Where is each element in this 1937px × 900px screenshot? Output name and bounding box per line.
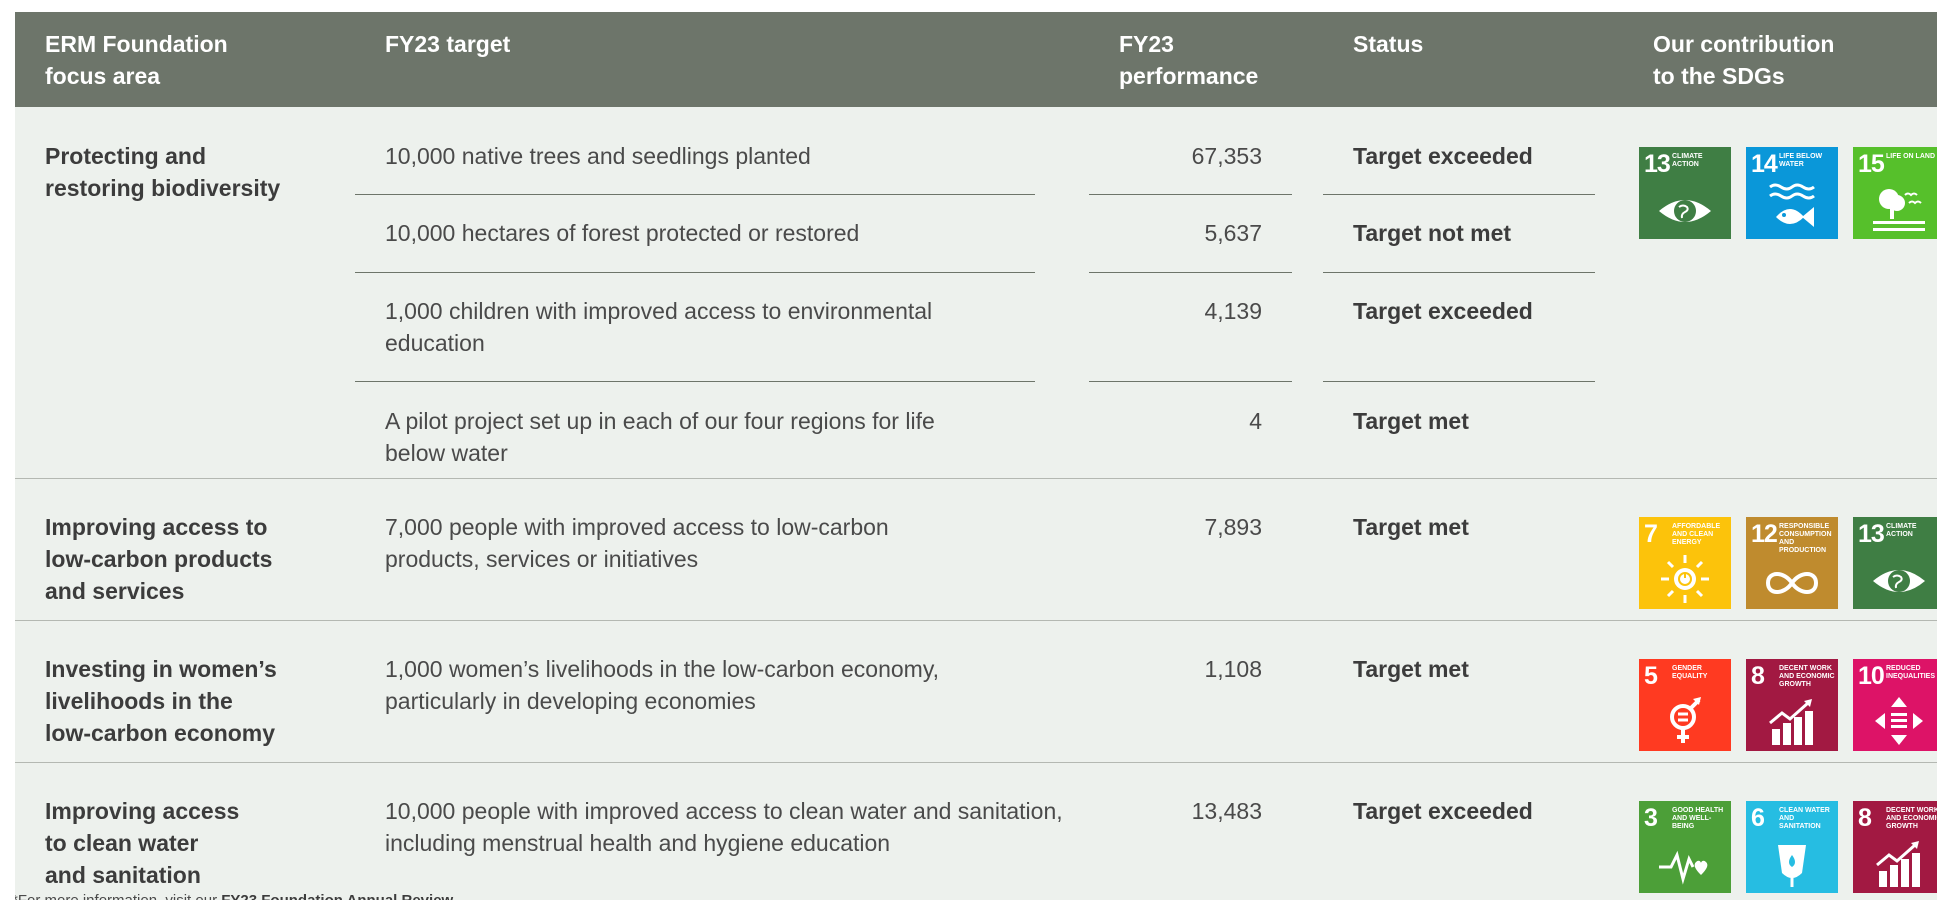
- header-focus-area: ERM Foundation focus area: [45, 31, 228, 89]
- performance-value: 67,353: [1191, 143, 1262, 169]
- sub-divider: [355, 194, 1035, 195]
- status-text: Target met: [1353, 408, 1469, 434]
- foundation-table-page: ERM Foundation focus area FY23 target FY…: [15, 12, 1937, 900]
- eye-globe-icon: [1873, 570, 1925, 592]
- sdg-7-tile: 7 AFFORDABLE AND CLEAN ENERGY: [1639, 517, 1731, 609]
- growth-chart-icon: [1769, 699, 1813, 745]
- status-text: Target exceeded: [1353, 298, 1533, 324]
- sub-divider: [1323, 381, 1595, 382]
- target-text: 1,000 women’s livelihoods in the low-car…: [385, 656, 940, 714]
- performance-value: 5,637: [1204, 220, 1262, 246]
- target-text: 1,000 children with improved access to e…: [385, 298, 933, 356]
- sdg-13-tile: 13 CLIMATE ACTION: [1639, 147, 1731, 239]
- focus-area-label: Improving access to clean water and sani…: [45, 798, 240, 888]
- table-row: Investing in women’s livelihoods in the …: [15, 621, 1937, 762]
- performance-value: 13,483: [1191, 798, 1262, 824]
- header-status: Status: [1353, 31, 1424, 57]
- status-text: Target met: [1353, 514, 1469, 540]
- gender-equality-icon: [1670, 697, 1701, 743]
- performance-value: 4: [1249, 408, 1262, 434]
- sdg-14-tile: 14 LIFE BELOW WATER: [1746, 147, 1838, 239]
- sdg-8-tile: 8 DECENT WORK AND ECONOMIC GROWTH: [1746, 659, 1838, 751]
- sub-divider: [1089, 272, 1292, 273]
- infinity-icon: [1765, 572, 1819, 594]
- focus-area-label: Investing in women’s livelihoods in the …: [45, 656, 277, 746]
- sdg-15-tile: 15 LIFE ON LAND: [1853, 147, 1937, 239]
- sub-divider: [1089, 194, 1292, 195]
- sub-divider: [355, 381, 1035, 382]
- performance-value: 1,108: [1204, 656, 1262, 682]
- sub-divider: [1089, 381, 1292, 382]
- status-text: Target exceeded: [1353, 143, 1533, 169]
- sdg-3-tile: 3 GOOD HEALTH AND WELL-BEING: [1639, 801, 1731, 893]
- sub-divider: [355, 272, 1035, 273]
- water-drop-icon: [1778, 845, 1806, 887]
- heartbeat-icon: [1659, 850, 1708, 885]
- annual-review-link[interactable]: FY23 Foundation Annual Review: [221, 892, 453, 900]
- growth-chart-icon: [1876, 841, 1920, 887]
- eye-globe-icon: [1659, 200, 1711, 222]
- sdg-10-tile: 10 REDUCED INEQUALITIES: [1853, 659, 1937, 751]
- sdg-8-tile: 8 DECENT WORK AND ECONOMIC GROWTH: [1853, 801, 1937, 893]
- table-header: ERM Foundation focus area FY23 target FY…: [15, 12, 1937, 107]
- equality-arrows-icon: [1875, 697, 1923, 745]
- target-text: 10,000 native trees and seedlings plante…: [385, 143, 811, 169]
- table-row: Protecting and restoring biodiversity 10…: [15, 107, 1937, 478]
- tree-birds-icon: [1873, 189, 1925, 231]
- target-text: A pilot project set up in each of our fo…: [385, 408, 935, 466]
- performance-value: 4,139: [1204, 298, 1262, 324]
- sdg-5-tile: 5 GENDER EQUALITY: [1639, 659, 1731, 751]
- fish-waves-icon: [1769, 183, 1815, 227]
- header-target: FY23 target: [385, 31, 511, 57]
- status-text: Target met: [1353, 656, 1469, 682]
- table-row: Improving access to low-carbon products …: [15, 479, 1937, 620]
- sun-power-icon: [1661, 555, 1709, 603]
- sub-divider: [1323, 272, 1595, 273]
- sub-divider: [1323, 194, 1595, 195]
- header-performance: FY23 performance: [1119, 31, 1259, 89]
- focus-area-label: Protecting and restoring biodiversity: [45, 143, 281, 201]
- target-text: 10,000 hectares of forest protected or r…: [385, 220, 860, 246]
- target-text: 10,000 people with improved access to cl…: [385, 798, 1063, 856]
- footnote: *For more information, visit our FY23 Fo…: [15, 892, 453, 900]
- sdg-13-tile: 13 CLIMATE ACTION: [1853, 517, 1937, 609]
- table-row: Improving access to clean water and sani…: [15, 763, 1937, 900]
- status-text: Target not met: [1353, 220, 1512, 246]
- sdg-12-tile: 12 RESPONSIBLE CONSUMPTION AND PRODUCTIO…: [1746, 517, 1838, 609]
- sdg-6-tile: 6 CLEAN WATER AND SANITATION: [1746, 801, 1838, 893]
- target-text: 7,000 people with improved access to low…: [385, 514, 889, 572]
- status-text: Target exceeded: [1353, 798, 1533, 824]
- focus-area-label: Improving access to low-carbon products …: [45, 514, 273, 604]
- performance-value: 7,893: [1204, 514, 1262, 540]
- header-contribution: Our contribution to the SDGs: [1653, 31, 1835, 89]
